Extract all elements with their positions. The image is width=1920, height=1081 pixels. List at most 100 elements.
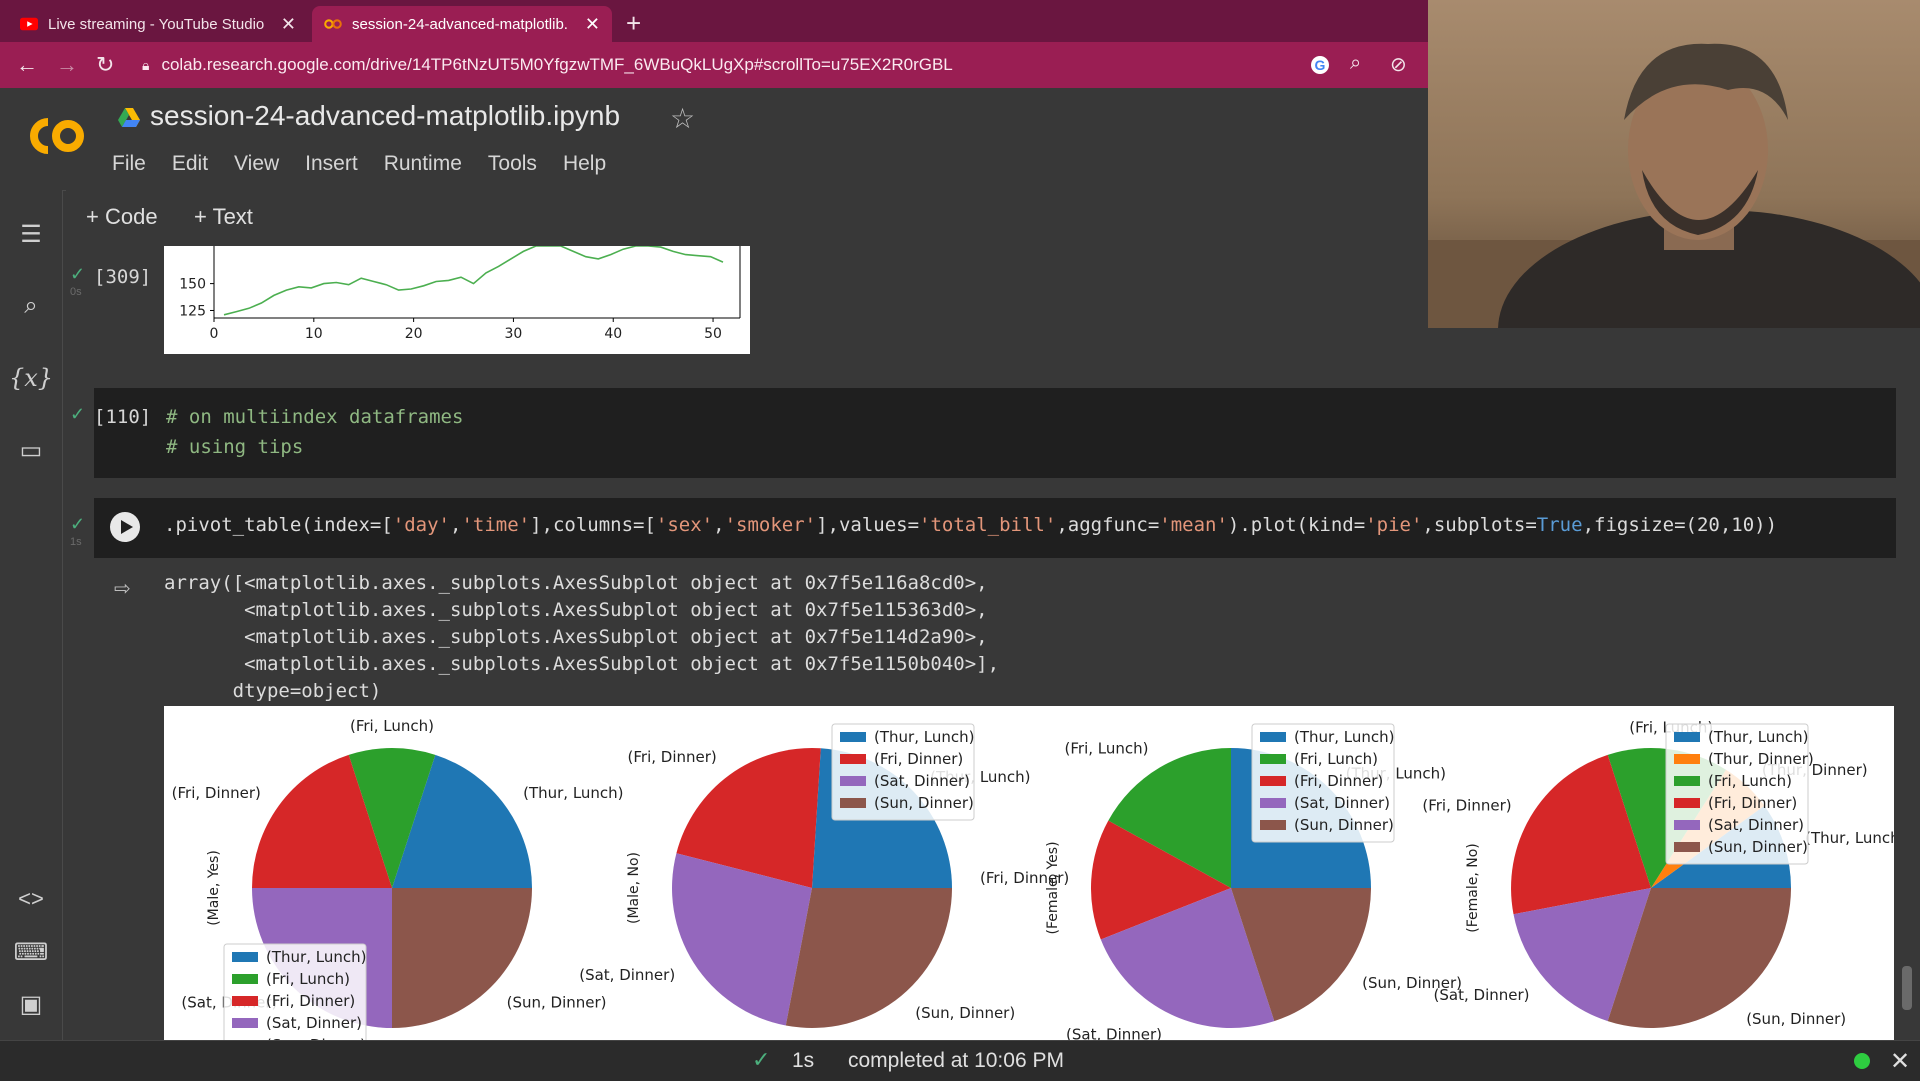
close-tab-icon[interactable]: ✕ [281, 14, 296, 35]
command-palette-icon[interactable]: ⌨ [0, 938, 62, 967]
code-token: , [449, 514, 462, 536]
menu-file[interactable]: File [110, 152, 148, 176]
legend-swatch [1674, 732, 1700, 742]
x-tick-label: 40 [604, 326, 622, 342]
new-tab-button[interactable]: + [626, 8, 641, 39]
slice-label: (Sat, Dinner) [1066, 1026, 1162, 1040]
code-cell[interactable]: [110] # on multiindex dataframes # using… [94, 388, 1896, 478]
menu-view[interactable]: View [232, 152, 281, 176]
legend-swatch [1674, 798, 1700, 808]
slice-label: (Sun, Dinner) [915, 1004, 1015, 1022]
cell-exec-time: 1s [70, 536, 82, 548]
tracking-protection-icon[interactable]: ⊘ [1390, 52, 1407, 77]
execution-count: [110] [94, 406, 152, 428]
forward-icon[interactable]: → [56, 52, 78, 78]
cell-success-check-icon: ✓ [70, 264, 86, 284]
files-folder-icon[interactable]: ▭ [0, 436, 62, 465]
pie-charts-figure: (Thur, Lunch) (Fri, Lunch) (Fri, Dinner) (S… [172, 717, 1894, 1040]
notebook-title[interactable]: session-24-advanced-matplotlib.ipynb [150, 100, 620, 132]
x-tick-label: 30 [505, 326, 523, 342]
slice-label: (Fri, Dinner) [628, 748, 717, 766]
x-tick-label: 10 [305, 326, 323, 342]
output-line: <matplotlib.axes._subplots.AxesSubplot o… [164, 626, 988, 648]
menu-help[interactable]: Help [561, 152, 608, 176]
add-code-button[interactable]: + Code [86, 204, 158, 230]
execution-count: [309] [94, 266, 152, 288]
slice-label: (Fri, Dinner) [172, 784, 261, 802]
output-actions-icon[interactable]: ⇨ [114, 576, 138, 600]
output-scrollbar[interactable] [1902, 966, 1912, 1010]
code-token: ,aggfunc= [1056, 514, 1160, 536]
status-check-icon: ✓ [752, 1047, 771, 1072]
code-token: 'pie' [1365, 514, 1423, 536]
status-bar: ✓ 1s completed at 10:06 PM ✕ [0, 1040, 1920, 1081]
output-line: <matplotlib.axes._subplots.AxesSubplot o… [164, 653, 1000, 675]
browser-tab-bar: Live streaming - YouTube Studio ✕ sessio… [0, 0, 1428, 42]
code-token: True [1536, 514, 1583, 536]
slice-label: (Thur, Lunch) [523, 784, 623, 802]
close-tab-icon[interactable]: ✕ [585, 14, 600, 35]
search-icon[interactable]: ⌕ [0, 292, 62, 320]
colab-logo-icon [30, 118, 84, 154]
zoom-icon[interactable]: ⌕ [1350, 52, 1361, 75]
url-text: colab.research.google.com/drive/14TP6tNz… [161, 55, 953, 74]
code-token: 'time' [461, 514, 531, 536]
address-bar-row: ← → ↻ 🔒︎ colab.research.google.com/drive… [0, 42, 1428, 89]
legend-swatch [232, 996, 258, 1006]
legend-swatch [1260, 776, 1286, 786]
run-cell-button[interactable] [110, 512, 140, 542]
legend-label: (Thur, Lunch) [874, 728, 974, 746]
menu-edit[interactable]: Edit [170, 152, 210, 176]
output-line: array([<matplotlib.axes._subplots.AxesSu… [164, 572, 988, 594]
cell-success-check-icon: ✓ [70, 514, 86, 534]
slice-label: (Fri, Lunch) [350, 717, 434, 735]
presenter-video [1428, 43, 1920, 328]
legend-label: (Thur, Lunch) [266, 948, 366, 966]
tab-youtube-studio[interactable]: Live streaming - YouTube Studio ✕ [8, 6, 308, 42]
legend-label: (Fri, Dinner) [266, 992, 355, 1010]
left-sidebar: ☰ ⌕ {x} ▭ <> ⌨ ▣ [0, 190, 63, 1040]
tab-colab-notebook[interactable]: session-24-advanced-matplotlib. ✕ [312, 6, 612, 42]
legend-label: (Thur, Lunch) [1294, 728, 1394, 746]
code-token: 'sex' [655, 514, 714, 536]
variables-icon[interactable]: {x} [0, 364, 62, 392]
x-tick-label: 50 [704, 326, 722, 342]
code-snippets-icon[interactable]: <> [0, 886, 62, 912]
runtime-connected-indicator[interactable] [1854, 1053, 1870, 1069]
terminal-icon[interactable]: ▣ [0, 990, 62, 1019]
slice-label: (Thur, Lunch) [1805, 829, 1894, 847]
reload-icon[interactable]: ↻ [96, 52, 114, 78]
code-token: , [713, 514, 725, 536]
legend-swatch [1260, 820, 1286, 830]
menu-runtime[interactable]: Runtime [382, 152, 464, 176]
menu-tools[interactable]: Tools [486, 152, 539, 176]
menu-insert[interactable]: Insert [303, 152, 360, 176]
menu-bar: File Edit View Insert Runtime Tools Help [110, 152, 608, 176]
code-line: .pivot_table(index=['day','time'],column… [164, 514, 1777, 536]
legend-swatch [840, 754, 866, 764]
legend-swatch [840, 732, 866, 742]
cell-output-text: array([<matplotlib.axes._subplots.AxesSu… [164, 570, 999, 705]
code-token: ],values= [816, 514, 920, 536]
code-cell[interactable]: .pivot_table(index=['day','time'],column… [94, 498, 1896, 558]
close-status-icon[interactable]: ✕ [1890, 1047, 1910, 1076]
code-line: # on multiindex dataframes [166, 406, 464, 428]
y-tick-label: 150 [179, 277, 206, 293]
legend-label: (Sun, Dinner) [1294, 816, 1394, 834]
add-text-button[interactable]: + Text [194, 204, 253, 230]
back-icon[interactable]: ← [16, 52, 38, 78]
star-icon[interactable]: ☆ [670, 102, 695, 135]
google-drive-icon[interactable] [118, 108, 140, 128]
legend-swatch [1260, 732, 1286, 742]
notebook-toolbar: + Code + Text [66, 190, 1428, 242]
legend-label: (Sat, Dinner) [1294, 794, 1390, 812]
youtube-icon [20, 17, 38, 31]
legend-label: (Sat, Dinner) [266, 1014, 362, 1032]
url-field[interactable]: 🔒︎ colab.research.google.com/drive/14TP6… [142, 50, 1322, 80]
webcam-overlay [1428, 0, 1920, 328]
tab-label: session-24-advanced-matplotlib. [352, 15, 568, 33]
legend-swatch [232, 952, 258, 962]
table-of-contents-icon[interactable]: ☰ [0, 220, 62, 249]
google-icon[interactable]: G [1310, 55, 1330, 75]
legend-label: (Thur, Lunch) [1708, 728, 1808, 746]
